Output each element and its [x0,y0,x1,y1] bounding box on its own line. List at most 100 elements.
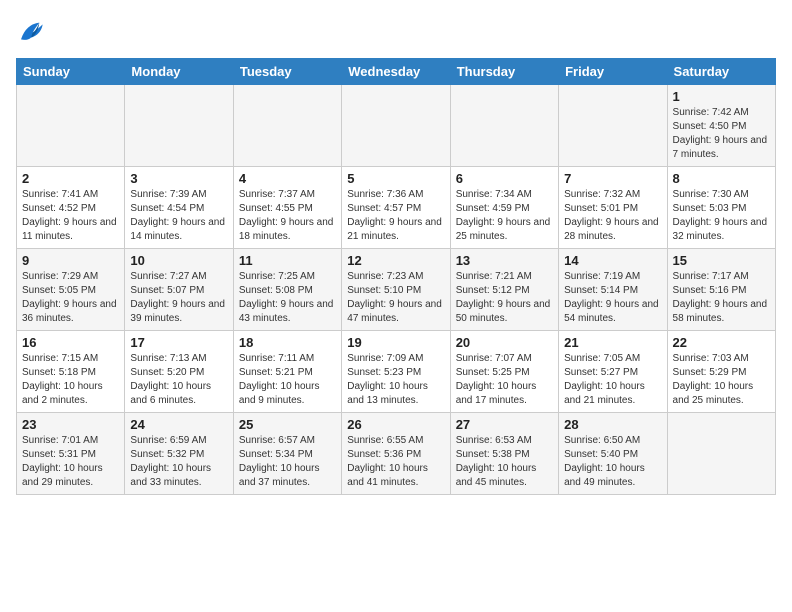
day-info: Sunrise: 7:39 AM Sunset: 4:54 PM Dayligh… [130,188,227,244]
week-row-4: 23 Sunrise: 7:01 AM Sunset: 5:31 PM Dayli… [17,413,776,495]
day-info: Sunrise: 7:23 AM Sunset: 5:10 PM Dayligh… [347,270,444,326]
header-monday: Monday [125,59,233,85]
calendar-cell: 2Sunrise: 7:41 AM Sunset: 4:52 PM Daylig… [17,167,125,249]
week-row-2: 9 Sunrise: 7:29 AM Sunset: 5:05 PM Daylig… [17,249,776,331]
calendar-cell: 1 Sunrise: 7:42 AM Sunset: 4:50 PM Daylig… [667,85,775,167]
calendar-cell: 12 Sunrise: 7:23 AM Sunset: 5:10 PM Dayli… [342,249,450,331]
calendar-cell: 11Sunrise: 7:25 AM Sunset: 5:08 PM Dayli… [233,249,341,331]
day-number: 10 [130,253,227,268]
day-info: Sunrise: 7:42 AM Sunset: 4:50 PM Dayligh… [673,106,770,162]
calendar-cell: 17Sunrise: 7:13 AM Sunset: 5:20 PM Dayli… [125,331,233,413]
day-number: 14 [564,253,661,268]
week-row-0: 1 Sunrise: 7:42 AM Sunset: 4:50 PM Daylig… [17,85,776,167]
day-number: 16 [22,335,119,350]
day-info: Sunrise: 7:17 AM Sunset: 5:16 PM Dayligh… [673,270,770,326]
logo-icon [16,16,46,46]
calendar-cell [125,85,233,167]
day-info: Sunrise: 6:55 AM Sunset: 5:36 PM Dayligh… [347,434,444,490]
day-number: 8 [673,171,770,186]
day-number: 7 [564,171,661,186]
calendar-cell: 13 Sunrise: 7:21 AM Sunset: 5:12 PM Dayli… [450,249,558,331]
day-number: 15 [673,253,770,268]
calendar-table: SundayMondayTuesdayWednesdayThursdayFrid… [16,58,776,495]
day-info: Sunrise: 7:27 AM Sunset: 5:07 PM Dayligh… [130,270,227,326]
day-info: Sunrise: 7:32 AM Sunset: 5:01 PM Dayligh… [564,188,661,244]
day-info: Sunrise: 7:07 AM Sunset: 5:25 PM Dayligh… [456,352,553,408]
calendar-cell [450,85,558,167]
day-number: 19 [347,335,444,350]
logo [16,16,50,46]
calendar-cell: 15 Sunrise: 7:17 AM Sunset: 5:16 PM Dayli… [667,249,775,331]
day-info: Sunrise: 6:59 AM Sunset: 5:32 PM Dayligh… [130,434,227,490]
calendar-cell: 3 Sunrise: 7:39 AM Sunset: 4:54 PM Daylig… [125,167,233,249]
day-number: 4 [239,171,336,186]
calendar-cell: 6 Sunrise: 7:34 AM Sunset: 4:59 PM Daylig… [450,167,558,249]
day-number: 27 [456,417,553,432]
calendar-cell: 4Sunrise: 7:37 AM Sunset: 4:55 PM Daylig… [233,167,341,249]
calendar-cell: 21 Sunrise: 7:05 AM Sunset: 5:27 PM Dayli… [559,331,667,413]
day-info: Sunrise: 7:21 AM Sunset: 5:12 PM Dayligh… [456,270,553,326]
day-number: 11 [239,253,336,268]
calendar-cell: 9 Sunrise: 7:29 AM Sunset: 5:05 PM Daylig… [17,249,125,331]
calendar-cell: 26 Sunrise: 6:55 AM Sunset: 5:36 PM Dayli… [342,413,450,495]
day-number: 18 [239,335,336,350]
calendar-cell [233,85,341,167]
day-info: Sunrise: 7:19 AM Sunset: 5:14 PM Dayligh… [564,270,661,326]
calendar-cell: 19 Sunrise: 7:09 AM Sunset: 5:23 PM Dayli… [342,331,450,413]
day-number: 9 [22,253,119,268]
calendar-cell: 27 Sunrise: 6:53 AM Sunset: 5:38 PM Dayli… [450,413,558,495]
calendar-cell: 14 Sunrise: 7:19 AM Sunset: 5:14 PM Dayli… [559,249,667,331]
day-number: 5 [347,171,444,186]
day-info: Sunrise: 7:15 AM Sunset: 5:18 PM Dayligh… [22,352,119,408]
day-number: 23 [22,417,119,432]
day-number: 13 [456,253,553,268]
day-info: Sunrise: 7:11 AM Sunset: 5:21 PM Dayligh… [239,352,336,408]
day-number: 22 [673,335,770,350]
day-info: Sunrise: 7:30 AM Sunset: 5:03 PM Dayligh… [673,188,770,244]
header-wednesday: Wednesday [342,59,450,85]
day-number: 12 [347,253,444,268]
header-saturday: Saturday [667,59,775,85]
day-info: Sunrise: 7:36 AM Sunset: 4:57 PM Dayligh… [347,188,444,244]
day-info: Sunrise: 7:29 AM Sunset: 5:05 PM Dayligh… [22,270,119,326]
calendar-cell [342,85,450,167]
calendar-cell: 23 Sunrise: 7:01 AM Sunset: 5:31 PM Dayli… [17,413,125,495]
calendar-cell [667,413,775,495]
calendar-cell: 8 Sunrise: 7:30 AM Sunset: 5:03 PM Daylig… [667,167,775,249]
day-number: 25 [239,417,336,432]
header [16,16,776,46]
day-info: Sunrise: 7:09 AM Sunset: 5:23 PM Dayligh… [347,352,444,408]
header-friday: Friday [559,59,667,85]
calendar-cell: 16 Sunrise: 7:15 AM Sunset: 5:18 PM Dayli… [17,331,125,413]
day-number: 17 [130,335,227,350]
day-number: 26 [347,417,444,432]
header-tuesday: Tuesday [233,59,341,85]
day-number: 24 [130,417,227,432]
day-info: Sunrise: 7:05 AM Sunset: 5:27 PM Dayligh… [564,352,661,408]
day-info: Sunrise: 7:01 AM Sunset: 5:31 PM Dayligh… [22,434,119,490]
calendar-cell: 22 Sunrise: 7:03 AM Sunset: 5:29 PM Dayli… [667,331,775,413]
calendar-cell: 7 Sunrise: 7:32 AM Sunset: 5:01 PM Daylig… [559,167,667,249]
day-info: Sunrise: 6:57 AM Sunset: 5:34 PM Dayligh… [239,434,336,490]
calendar-cell: 24 Sunrise: 6:59 AM Sunset: 5:32 PM Dayli… [125,413,233,495]
day-info: Sunrise: 6:53 AM Sunset: 5:38 PM Dayligh… [456,434,553,490]
day-info: Sunrise: 7:34 AM Sunset: 4:59 PM Dayligh… [456,188,553,244]
day-info: Sunrise: 7:03 AM Sunset: 5:29 PM Dayligh… [673,352,770,408]
day-info: Sunrise: 7:41 AM Sunset: 4:52 PM Dayligh… [22,188,119,244]
calendar-cell: 18 Sunrise: 7:11 AM Sunset: 5:21 PM Dayli… [233,331,341,413]
week-row-3: 16 Sunrise: 7:15 AM Sunset: 5:18 PM Dayli… [17,331,776,413]
calendar-cell: 20 Sunrise: 7:07 AM Sunset: 5:25 PM Dayli… [450,331,558,413]
day-number: 6 [456,171,553,186]
header-sunday: Sunday [17,59,125,85]
day-number: 28 [564,417,661,432]
calendar-cell [17,85,125,167]
calendar-header-row: SundayMondayTuesdayWednesdayThursdayFrid… [17,59,776,85]
day-number: 20 [456,335,553,350]
day-number: 3 [130,171,227,186]
header-thursday: Thursday [450,59,558,85]
calendar-cell: 28 Sunrise: 6:50 AM Sunset: 5:40 PM Dayli… [559,413,667,495]
day-number: 21 [564,335,661,350]
day-info: Sunrise: 6:50 AM Sunset: 5:40 PM Dayligh… [564,434,661,490]
day-number: 1 [673,89,770,104]
calendar-cell: 5 Sunrise: 7:36 AM Sunset: 4:57 PM Daylig… [342,167,450,249]
